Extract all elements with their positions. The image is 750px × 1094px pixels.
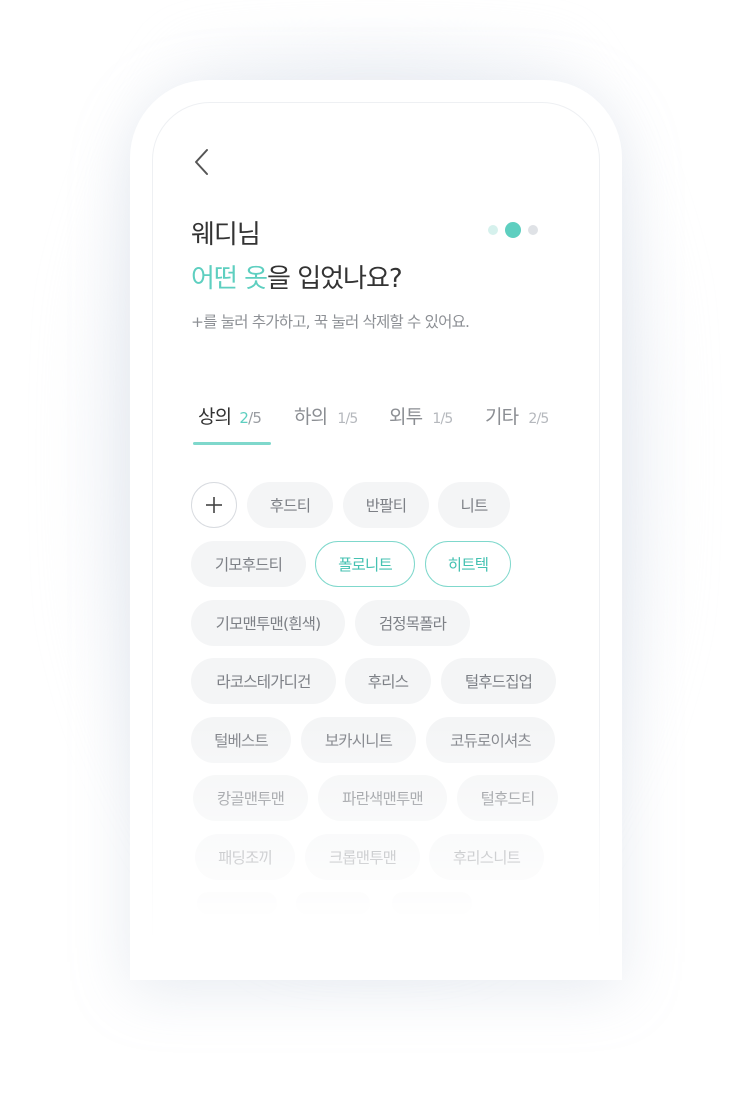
tab-count-selected: 2 [239, 409, 249, 427]
chip-item[interactable]: 반팔티 [343, 482, 429, 528]
tab-outer[interactable]: 외투 1/5 [389, 402, 453, 446]
step-indicator [488, 220, 538, 240]
chip-item[interactable]: 캉골맨투맨 [193, 775, 308, 821]
add-item-button[interactable] [191, 482, 237, 528]
question-rest: 을 입었나요? [267, 264, 403, 294]
plus-icon [206, 497, 222, 513]
chip-item[interactable]: 후드티 [247, 482, 333, 528]
active-tab-underline [193, 442, 271, 445]
tab-top[interactable]: 상의 2/5 [198, 402, 262, 446]
tab-count: 1/5 [432, 411, 453, 427]
tab-label: 하의 [294, 406, 328, 428]
chip-item[interactable]: 라코스테가디건 [191, 658, 336, 704]
chevron-left-icon [195, 149, 208, 175]
chip-item[interactable]: 보카시니트 [301, 717, 416, 763]
tab-label: 상의 [198, 406, 232, 428]
hint-text: +를 눌러 추가하고, 꾹 눌러 삭제할 수 있어요. [191, 313, 470, 331]
chip-item[interactable]: 기모맨투맨(흰색) [191, 600, 345, 646]
tab-count-total: /5 [248, 409, 262, 427]
chip-item-selected[interactable]: 폴로니트 [315, 541, 415, 587]
tab-label: 외투 [389, 406, 423, 428]
chip-item[interactable]: 털베스트 [191, 717, 291, 763]
chip-item[interactable]: 후리스니트 [429, 834, 544, 880]
tab-count: 1/5 [337, 411, 358, 427]
greeting-title: 웨디님 [191, 220, 261, 250]
chip-item[interactable]: 후리스 [345, 658, 431, 704]
chip-item[interactable]: 크롭맨투맨 [305, 834, 420, 880]
chip-item[interactable]: 파란색맨투맨 [318, 775, 447, 821]
back-button[interactable] [190, 146, 214, 178]
chip-item[interactable]: 털후드집업 [441, 658, 556, 704]
chip-placeholder [197, 892, 277, 914]
chip-item-selected[interactable]: 히트텍 [425, 541, 511, 587]
tab-bottom[interactable]: 하의 1/5 [294, 402, 358, 446]
tab-label: 기타 [485, 406, 519, 428]
chip-item[interactable]: 패딩조끼 [195, 834, 295, 880]
chip-item[interactable]: 기모후드티 [191, 541, 306, 587]
tab-count: 2/5 [528, 411, 549, 427]
chip-item[interactable]: 니트 [438, 482, 510, 528]
chip-item[interactable]: 코듀로이셔츠 [426, 717, 555, 763]
chip-placeholder [392, 892, 472, 914]
category-tabs: 상의 2/5 하의 1/5 외투 1/5 기타 2/5 [193, 402, 553, 446]
question-highlight: 어떤 옷 [191, 264, 268, 294]
question-title: 어떤 옷을 입었나요? [191, 258, 403, 295]
step-dot-2-active [505, 222, 521, 238]
step-dot-3 [528, 225, 538, 235]
chip-item[interactable]: 검정목폴라 [355, 600, 470, 646]
tab-etc[interactable]: 기타 2/5 [485, 402, 549, 446]
chip-placeholder [296, 892, 370, 914]
chip-item[interactable]: 털후드티 [457, 775, 558, 821]
step-dot-1 [488, 225, 498, 235]
tab-count: 2/5 [239, 409, 262, 427]
